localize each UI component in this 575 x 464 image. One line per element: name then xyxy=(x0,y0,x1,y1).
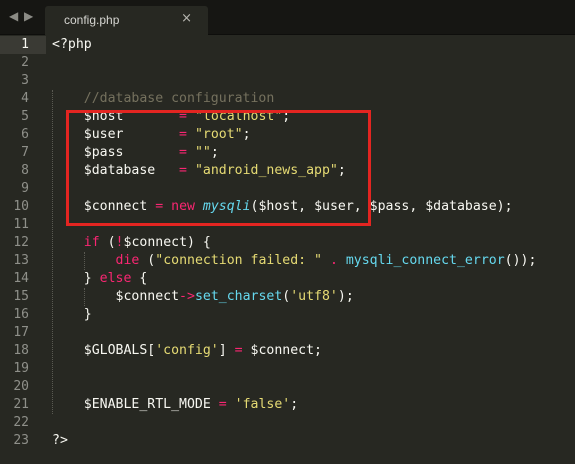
code-token: //database configuration xyxy=(52,91,275,106)
code-token: = xyxy=(218,397,227,412)
code-token: else xyxy=(99,271,132,286)
line-number: 16 xyxy=(13,307,29,322)
line-number: 13 xyxy=(13,253,29,268)
nav-left-icon[interactable]: ◀ xyxy=(9,9,18,23)
code-token: $ENABLE_RTL_MODE xyxy=(52,397,219,412)
code-line[interactable]: //database configuration xyxy=(52,90,275,108)
line-number: 3 xyxy=(21,73,29,88)
line-number: 10 xyxy=(13,199,29,214)
highlight-annotation-box xyxy=(66,110,371,226)
code-token: { xyxy=(131,271,148,286)
line-number: 17 xyxy=(13,325,29,340)
code-line[interactable]: } xyxy=(52,306,92,324)
line-number: 1 xyxy=(21,37,29,52)
line-number: 19 xyxy=(13,361,29,376)
code-token: ( xyxy=(139,253,156,268)
close-icon[interactable]: × xyxy=(181,11,192,26)
line-number: 21 xyxy=(13,397,29,412)
code-line[interactable]: $connect->set_charset('utf8'); xyxy=(52,288,354,306)
code-token: = xyxy=(234,343,243,358)
code-token: <?php xyxy=(52,37,92,52)
code-line[interactable]: ?> xyxy=(52,432,68,450)
line-number: 15 xyxy=(13,289,29,304)
indent-guide xyxy=(84,252,85,270)
code-token: 'utf8' xyxy=(290,289,338,304)
code-token: $connect; xyxy=(242,343,322,358)
code-token: 'false' xyxy=(234,397,291,412)
code-line[interactable]: if (!$connect) { xyxy=(52,234,211,252)
nav-right-icon[interactable]: ▶ xyxy=(24,9,33,23)
code-token: "connection failed: " xyxy=(155,253,322,268)
code-area[interactable]: <?php //database configuration $host = "… xyxy=(52,35,575,464)
code-token: 'config' xyxy=(155,343,219,358)
tab-config-php[interactable]: config.php × xyxy=(45,6,208,35)
code-token: ! xyxy=(115,235,124,250)
code-line[interactable]: <?php xyxy=(52,36,92,54)
code-token: ; xyxy=(290,397,299,412)
code-token: ( xyxy=(99,235,116,250)
line-number: 18 xyxy=(13,343,29,358)
line-number: 7 xyxy=(21,145,29,160)
code-token: $GLOBALS[ xyxy=(52,343,156,358)
line-number: 6 xyxy=(21,127,29,142)
line-number: 4 xyxy=(21,91,29,106)
indent-guide xyxy=(52,90,53,414)
code-token: ?> xyxy=(52,433,68,448)
line-number: 12 xyxy=(13,235,29,250)
code-token: } xyxy=(52,271,100,286)
line-number: 2 xyxy=(21,55,29,70)
code-token: set_charset xyxy=(194,289,283,304)
indent-guide xyxy=(84,288,85,306)
code-token: if xyxy=(83,235,100,250)
code-line[interactable]: $GLOBALS['config'] = $connect; xyxy=(52,342,322,360)
code-token: . xyxy=(329,253,338,268)
line-number: 11 xyxy=(13,217,29,232)
line-number: 22 xyxy=(13,415,29,430)
code-token: } xyxy=(52,307,92,322)
line-number-gutter: 1 2 3 4 5 6 7 8 9 10 11 12 13 14 15 16 17 18 19 20 21 22 23 xyxy=(0,35,46,464)
line-number: 9 xyxy=(21,181,29,196)
code-line[interactable]: } else { xyxy=(52,270,148,288)
code-token: ); xyxy=(337,289,354,304)
code-token: mysqli_connect_error xyxy=(345,253,505,268)
line-number: 5 xyxy=(21,109,29,124)
line-number: 20 xyxy=(13,379,29,394)
code-token: die xyxy=(115,253,140,268)
line-number: 23 xyxy=(13,433,29,448)
tab-bar: ◀ ▶ config.php × xyxy=(0,0,575,35)
editor-window: ◀ ▶ config.php × 1 2 3 4 5 6 7 8 9 10 11 12 13 14 15 16… xyxy=(0,0,575,464)
line-number: 14 xyxy=(13,271,29,286)
code-token: ] xyxy=(218,343,235,358)
tab-label[interactable]: config.php xyxy=(64,13,119,27)
code-editor[interactable]: 1 2 3 4 5 6 7 8 9 10 11 12 13 14 15 16 17 18 19 20 21 22 23 <?… xyxy=(0,35,575,464)
code-token: $connect) { xyxy=(123,235,211,250)
code-token: ()); xyxy=(504,253,537,268)
code-line[interactable]: die ("connection failed: " . mysqli_conn… xyxy=(52,252,537,270)
code-token: -> xyxy=(179,289,195,304)
code-line[interactable]: $ENABLE_RTL_MODE = 'false'; xyxy=(52,396,298,414)
line-number: 8 xyxy=(21,163,29,178)
code-token: $connect xyxy=(52,289,180,304)
